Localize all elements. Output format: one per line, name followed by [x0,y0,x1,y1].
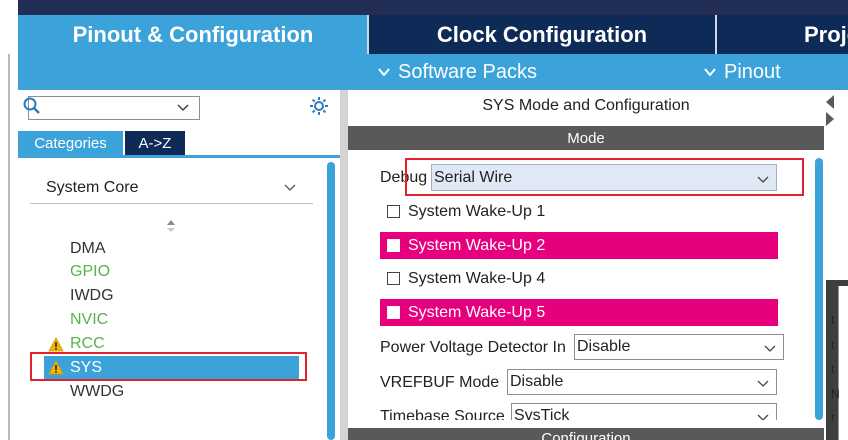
strip-text: N [831,387,840,401]
pinout-menu[interactable]: Pinout [704,54,781,90]
pvd-label: Power Voltage Detector In [380,339,566,356]
checkbox[interactable] [387,205,400,218]
gear-icon[interactable] [308,95,330,117]
checkbox[interactable] [387,306,400,319]
chevron-down-icon[interactable] [283,180,297,194]
annotation-highlight-box [405,158,804,196]
list-item-dma[interactable]: DMA [70,240,106,258]
scrollbar-thumb[interactable] [327,162,335,440]
software-packs-label: Software Packs [398,60,537,83]
configuration-section-header[interactable]: Configuration [348,428,824,440]
vrefbuf-select[interactable]: Disable [507,369,777,395]
chevron-down-icon[interactable] [756,410,770,420]
pvd-select-value: Disable [577,338,631,355]
search-icon[interactable] [22,96,42,116]
list-item-nvic[interactable]: NVIC [70,311,108,329]
tab-separator [715,15,717,54]
strip-text: t [831,362,835,376]
chevron-down-icon [378,68,390,77]
sort-icon[interactable] [166,219,176,233]
timebase-label: Timebase Source [380,408,505,420]
scrollbar-thumb[interactable] [815,158,823,420]
group-label: System Core [46,179,139,196]
tab-project-manager[interactable]: Proje [716,15,848,54]
chevron-down-icon[interactable] [176,100,190,114]
checkbox-label: System Wake-Up 2 [408,236,546,254]
timebase-row-clip: Timebase Source SysTick [352,400,814,420]
strip-text: t [831,313,835,327]
list-item-gpio[interactable]: GPIO [70,263,110,281]
checkbox-label: System Wake-Up 1 [408,202,546,220]
annotation-highlight-box [30,352,307,381]
checkbox-wakeup-1[interactable]: System Wake-Up 1 [380,198,778,225]
tab-clock-configuration[interactable]: Clock Configuration [368,15,716,54]
checkbox[interactable] [387,272,400,285]
panel-title: SYS Mode and Configuration [482,97,690,114]
tab-categories[interactable]: Categories [18,131,123,155]
expand-right-icon[interactable] [826,112,834,126]
chevron-down-icon[interactable] [756,376,770,390]
list-item-iwdg[interactable]: IWDG [70,287,114,305]
panel-splitter[interactable] [340,90,348,440]
search-combobox[interactable] [28,96,200,120]
vrefbuf-select-value: Disable [510,373,564,390]
checkbox[interactable] [387,239,400,252]
chevron-down-icon [704,68,716,77]
list-item-wwdg[interactable]: WWDG [70,383,124,401]
checkbox-wakeup-5[interactable]: System Wake-Up 5 [380,299,778,326]
tab-separator [367,15,369,54]
chevron-down-icon[interactable] [763,341,777,355]
strip-text: r [831,410,835,424]
checkbox-wakeup-2[interactable]: System Wake-Up 2 [380,232,778,259]
list-item-rcc[interactable]: RCC [70,335,105,353]
strip-text: t [831,338,835,352]
vrefbuf-label: VREFBUF Mode [380,374,500,391]
side-panel-edge [838,286,848,440]
tab-a-to-z[interactable]: A->Z [125,131,185,155]
pvd-select[interactable]: Disable [574,334,784,360]
divider [8,54,10,440]
checkbox-label: System Wake-Up 4 [408,269,546,287]
timebase-select-value: SysTick [514,407,570,420]
checkbox-wakeup-4[interactable]: System Wake-Up 4 [380,265,778,292]
checkbox-label: System Wake-Up 5 [408,303,546,321]
collapse-left-icon[interactable] [826,95,834,109]
tab-pinout-configuration[interactable]: Pinout & Configuration [18,15,368,54]
warning-icon [48,337,64,352]
software-packs-menu[interactable]: Software Packs [378,54,537,90]
pinout-menu-label: Pinout [724,60,781,83]
mode-section-header[interactable]: Mode [348,126,824,150]
timebase-select[interactable]: SysTick [511,403,777,420]
